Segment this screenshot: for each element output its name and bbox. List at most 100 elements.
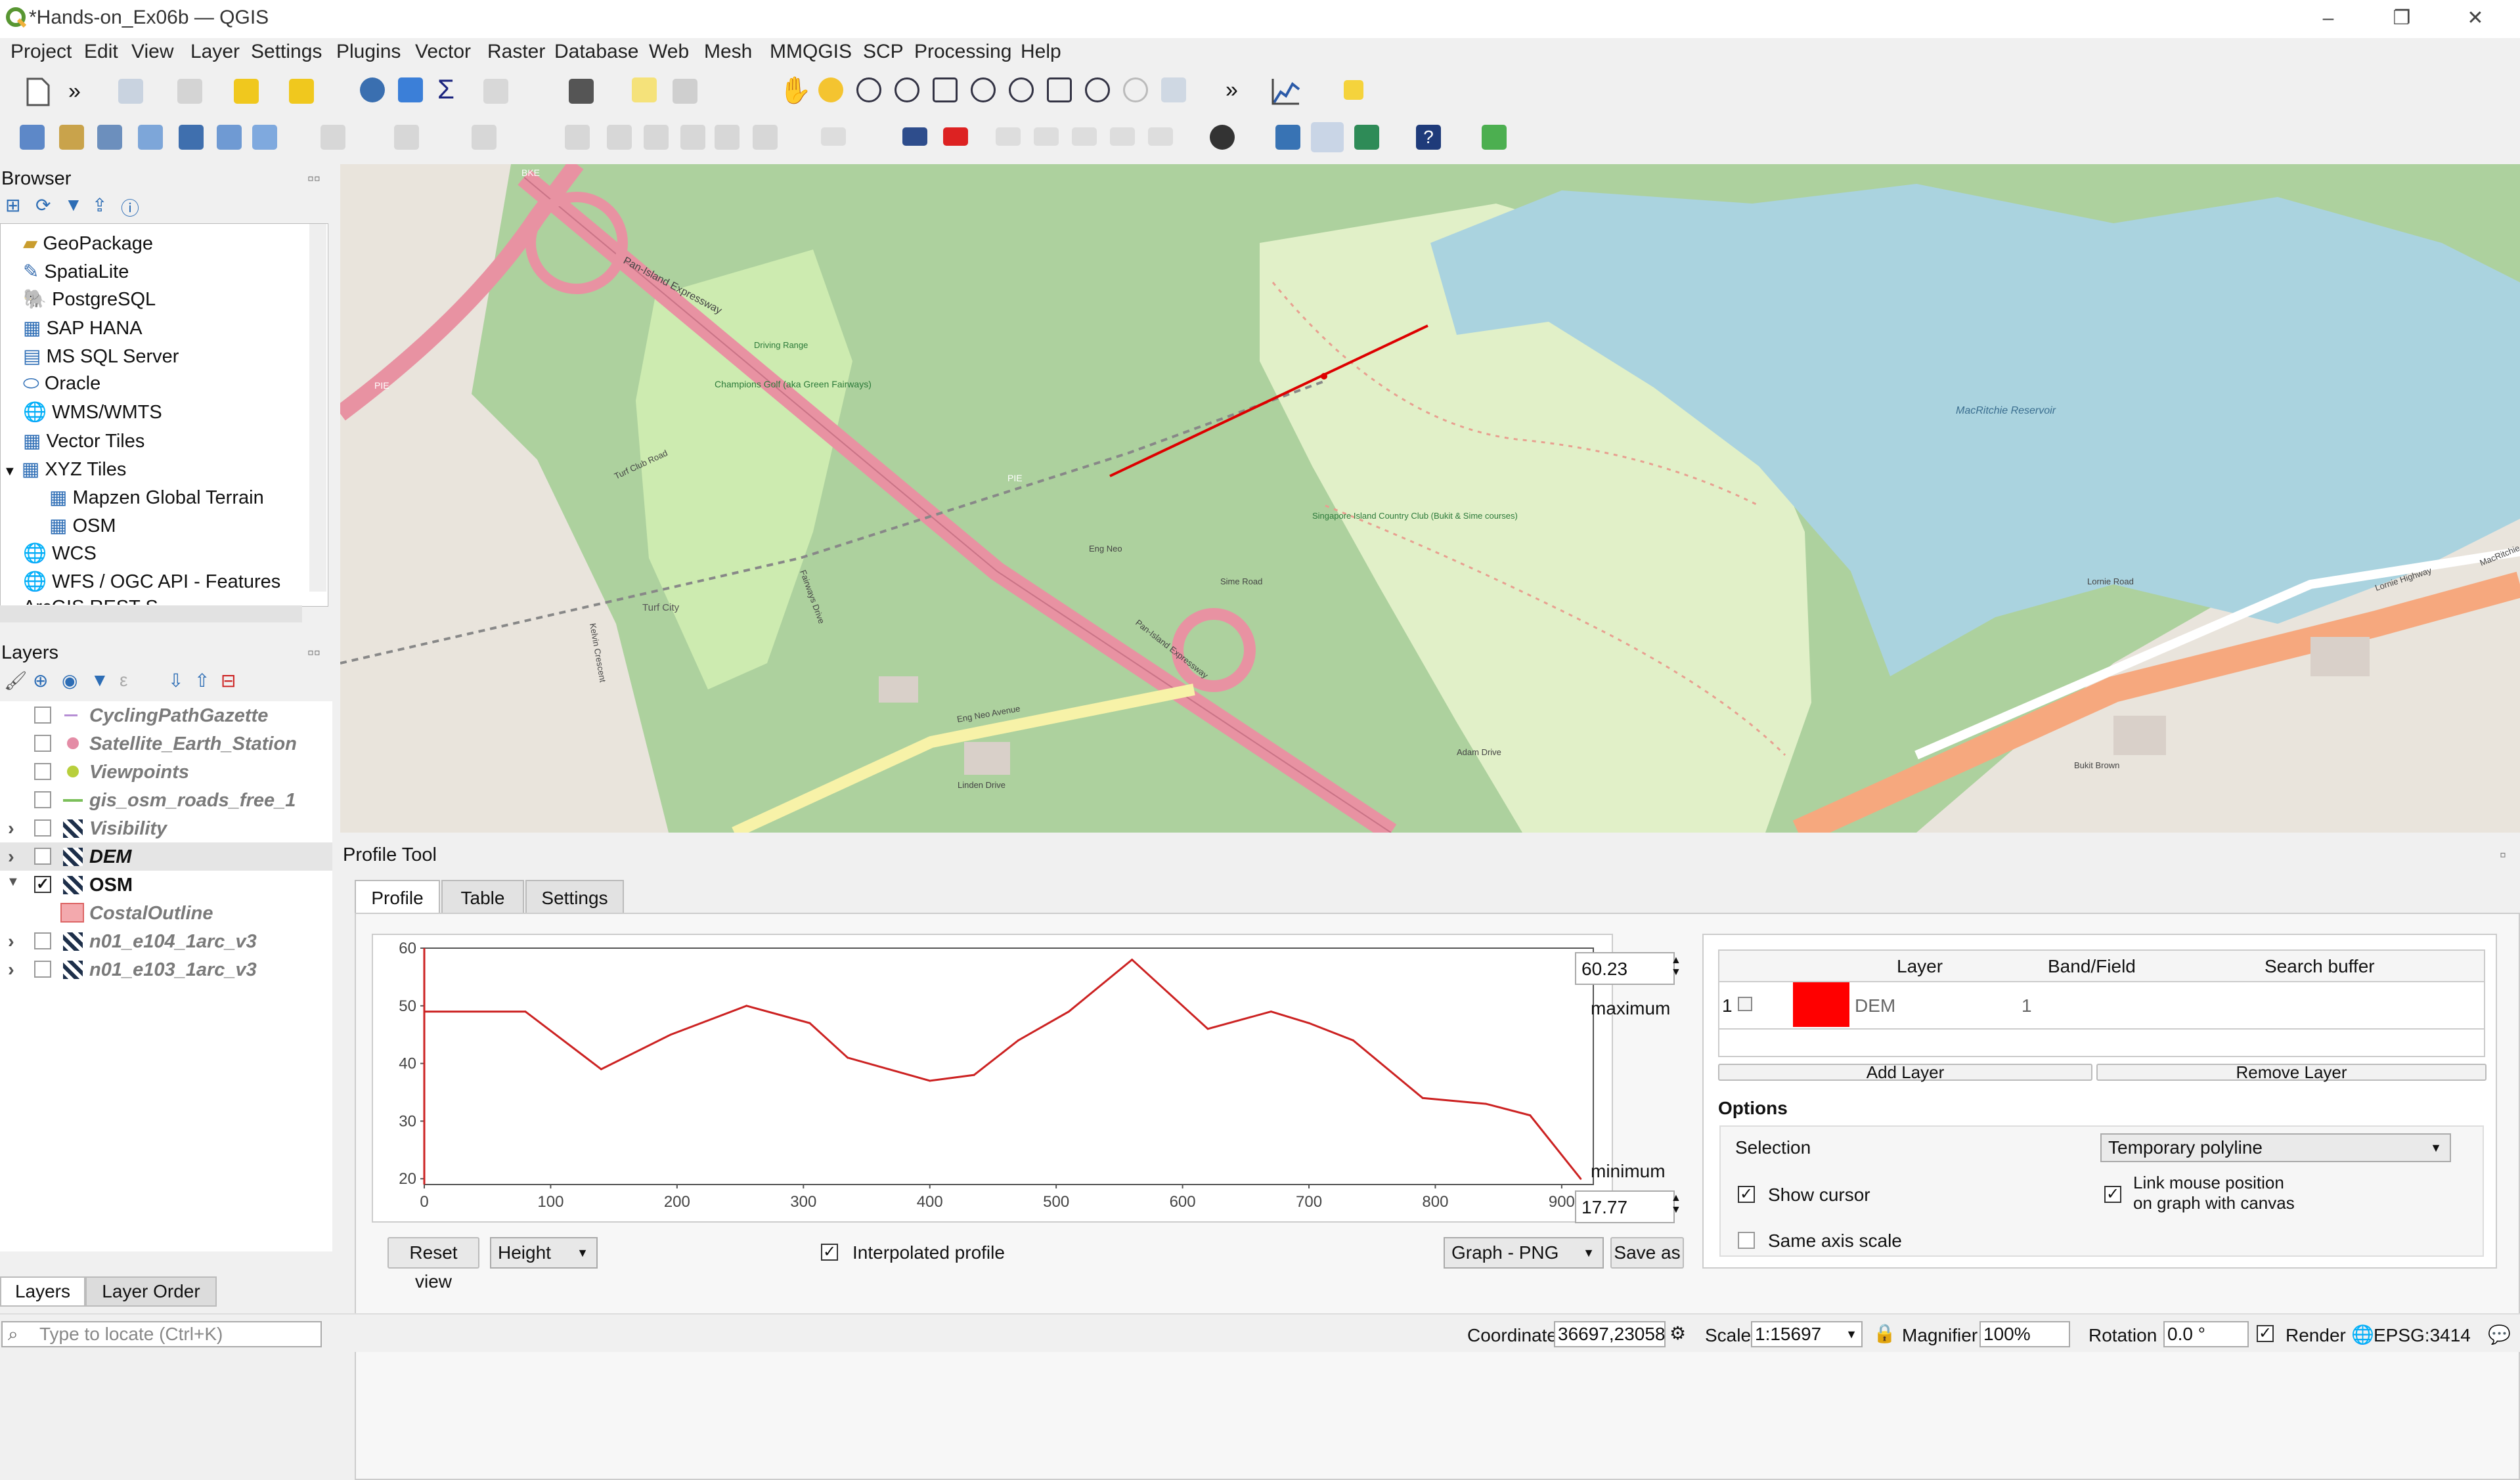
plugin-icon[interactable]	[1344, 80, 1363, 100]
expand-all-icon[interactable]: ⇩	[168, 670, 183, 691]
copy-features-icon[interactable]	[644, 125, 669, 150]
add-vector-layer-icon[interactable]	[97, 125, 122, 150]
remove-layer-button[interactable]: Remove Layer	[2096, 1064, 2487, 1081]
show-cursor-checkbox[interactable]: ✓	[1738, 1186, 1755, 1203]
browser-scrollbar[interactable]	[309, 224, 326, 592]
tree-item-geopackage[interactable]: ▰ GeoPackage	[23, 232, 153, 260]
tab-layer-order[interactable]: Layer Order	[85, 1276, 217, 1307]
pan-hand-icon[interactable]: ✋	[779, 75, 812, 106]
tab-profile[interactable]: Profile	[355, 880, 440, 914]
layer-n01e103[interactable]: › n01_e103_1arc_v3	[0, 955, 332, 984]
collapse-all-icon[interactable]: ⇪	[92, 194, 107, 216]
menu-scp[interactable]: SCP	[858, 41, 909, 63]
max-value-spinbox[interactable]: 60.23	[1575, 952, 1675, 985]
same-axis-checkbox[interactable]	[1738, 1232, 1755, 1249]
settings-gear-icon[interactable]	[398, 77, 423, 102]
label-tool-icon[interactable]	[821, 127, 846, 146]
layer-osm[interactable]: ▼ ✓ OSM	[0, 871, 332, 899]
save-edits-icon[interactable]	[394, 125, 419, 150]
profile-graph[interactable]: 20 30 40 50 60 0 100 200 300 400 500 600 700 800 900	[372, 934, 1613, 1223]
add-geopackage-icon[interactable]	[59, 125, 84, 150]
browser-hscrollbar[interactable]	[0, 605, 302, 622]
layer-coastal[interactable]: CostalOutline	[0, 899, 332, 927]
label-abc-icon[interactable]	[943, 127, 968, 146]
layer-checkbox[interactable]	[34, 735, 51, 752]
tree-item-wfs[interactable]: 🌐 WFS / OGC API - Features	[23, 571, 280, 599]
crs-label[interactable]: EPSG:3414	[2374, 1325, 2471, 1346]
color-swatch[interactable]	[1793, 982, 1849, 1027]
cut-features-icon[interactable]	[607, 125, 632, 150]
tree-item-sap-hana[interactable]: ▦ SAP HANA	[23, 316, 143, 345]
coordinate-toggle-icon[interactable]: ⚙	[1669, 1322, 1686, 1344]
rotation-field[interactable]: 0.0 °	[2163, 1321, 2249, 1347]
layer-satellite[interactable]: Satellite_Earth_Station	[0, 729, 332, 758]
expand-arrow-icon[interactable]: ›	[8, 931, 14, 953]
tree-item-osm[interactable]: ▦ OSM	[49, 514, 116, 542]
sf-layer-icon[interactable]	[1210, 125, 1235, 150]
edit-pencil-icon[interactable]	[321, 125, 345, 150]
link-mouse-checkbox[interactable]: ✓	[2104, 1186, 2121, 1203]
menu-project[interactable]: Project	[5, 41, 77, 63]
digitize-icon[interactable]	[138, 125, 163, 150]
layers-close-icon[interactable]: ▫▫	[307, 642, 321, 663]
layer-checkbox-checked[interactable]: ✓	[34, 876, 51, 893]
layer-n01e104[interactable]: › n01_e104_1arc_v3	[0, 927, 332, 955]
layer-checkbox[interactable]	[34, 763, 51, 780]
tree-item-vector-tiles[interactable]: ▦ Vector Tiles	[23, 429, 144, 458]
coordinate-field[interactable]: 36697,23058	[1554, 1321, 1666, 1347]
min-value-spinbox[interactable]: 17.77	[1575, 1190, 1675, 1223]
reset-view-button[interactable]: Reset view	[387, 1237, 479, 1292]
new-map-view-icon[interactable]	[1161, 77, 1186, 102]
toolbar-overflow-icon[interactable]: »	[68, 79, 81, 104]
menu-edit[interactable]: Edit	[79, 41, 123, 63]
attribute-table-icon[interactable]	[483, 79, 508, 104]
layer-dem[interactable]: › DEM	[0, 842, 332, 871]
tree-item-postgresql[interactable]: 🐘 PostgreSQL	[23, 288, 156, 316]
zoom-last-icon[interactable]	[1085, 77, 1110, 102]
zoom-in-icon[interactable]	[856, 77, 881, 102]
deselect-icon[interactable]	[289, 79, 314, 104]
layer-checkbox[interactable]	[34, 932, 51, 949]
lock-scale-icon[interactable]: 🔒	[1873, 1322, 1896, 1344]
layer-viewpoints[interactable]: Viewpoints	[0, 758, 332, 786]
layer-checkbox[interactable]	[34, 819, 51, 837]
layer-roads[interactable]: gis_osm_roads_free_1	[0, 786, 332, 814]
collapse-all-layers-icon[interactable]: ⇧	[194, 670, 210, 691]
minimize-button[interactable]: –	[2299, 4, 2358, 33]
locator-input[interactable]: Type to locate (Ctrl+K)	[1, 1321, 322, 1347]
expand-arrow-icon[interactable]: ›	[8, 959, 14, 981]
filter-legend-icon[interactable]: ▼	[91, 670, 109, 691]
help-icon[interactable]: ?	[1416, 125, 1441, 150]
menu-raster[interactable]: Raster	[482, 41, 550, 63]
tree-item-wcs[interactable]: 🌐 WCS	[23, 542, 97, 571]
menu-help[interactable]: Help	[1015, 41, 1067, 63]
change-label-icon[interactable]	[1148, 127, 1173, 146]
identify-features-icon[interactable]	[177, 79, 202, 104]
profile-close-icon[interactable]: ▫	[2500, 844, 2506, 865]
add-mesh-layer-icon[interactable]	[179, 125, 204, 150]
measure-icon[interactable]	[569, 79, 594, 104]
show-hide-label-icon[interactable]	[1034, 127, 1059, 146]
redo-icon[interactable]	[753, 125, 778, 150]
tab-settings[interactable]: Settings	[525, 880, 624, 914]
layer-cycling[interactable]: CyclingPathGazette	[0, 701, 332, 729]
add-selected-icon[interactable]: ⊞	[5, 194, 20, 216]
map-canvas[interactable]: Pan-Island Expressway PIE PIE BKE Champi…	[340, 164, 2520, 833]
save-as-button[interactable]: Save as	[1610, 1237, 1684, 1269]
tree-item-wms[interactable]: 🌐 WMS/WMTS	[23, 401, 162, 429]
menu-settings[interactable]: Settings	[246, 41, 327, 63]
expand-arrow-icon[interactable]: ›	[8, 846, 14, 868]
identify-icon[interactable]	[360, 77, 385, 102]
tab-table[interactable]: Table	[441, 880, 524, 914]
collapse-arrow-icon[interactable]: ▼	[7, 875, 20, 890]
add-raster-layer-icon[interactable]	[217, 125, 242, 150]
zoom-full-icon[interactable]	[933, 77, 958, 102]
zoom-to-selection-icon[interactable]	[971, 77, 996, 102]
table-row[interactable]: 1 DEM 1	[1719, 982, 2484, 1030]
profile-chart[interactable]: 20304050600 100 200 300 400 500 600 700 800 900	[373, 935, 1612, 1221]
refresh-icon[interactable]: ⟳	[35, 194, 51, 216]
profile-plugin-icon[interactable]	[1311, 122, 1344, 152]
tab-layers[interactable]: Layers	[0, 1276, 85, 1307]
menu-mesh[interactable]: Mesh	[699, 41, 757, 63]
expression-filter-icon[interactable]: ε	[120, 670, 127, 691]
